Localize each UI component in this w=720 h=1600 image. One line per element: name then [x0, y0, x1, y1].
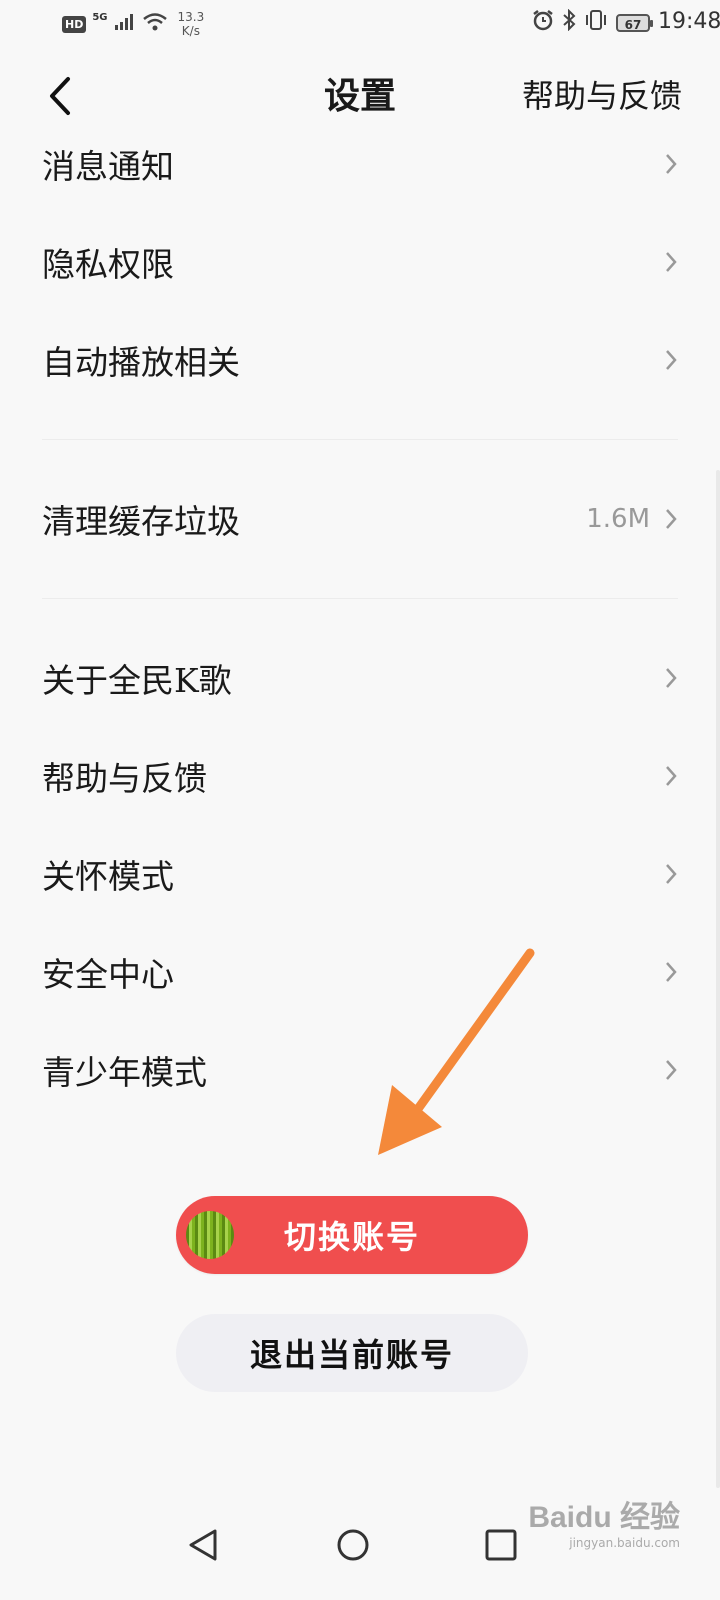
chevron-right-icon	[666, 252, 677, 272]
status-right: 67 19:48	[532, 8, 720, 36]
chevron-right-icon	[666, 1060, 677, 1080]
settings-item-about[interactable]: 关于全民K歌	[0, 629, 720, 727]
help-feedback-link[interactable]: 帮助与反馈	[522, 72, 682, 120]
watermark-sub: jingyan.baidu.com	[569, 1536, 680, 1550]
settings-item-teen-mode[interactable]: 青少年模式	[0, 1021, 720, 1119]
nav-back-button[interactable]	[168, 1510, 238, 1580]
settings-item-clear-cache[interactable]: 清理缓存垃圾 1.6M	[0, 470, 720, 568]
network-type: 5G	[92, 12, 108, 23]
avatar	[186, 1211, 234, 1259]
settings-item-label: 隐私权限	[42, 245, 174, 284]
square-recents-icon	[485, 1529, 517, 1561]
alarm-icon	[532, 9, 554, 36]
status-bar: HD 5G 13.3 K/s 67 19:48	[0, 0, 720, 48]
circle-home-icon	[337, 1529, 369, 1561]
bluetooth-icon	[562, 8, 576, 36]
settings-item-security[interactable]: 安全中心	[0, 923, 720, 1021]
hd-badge: HD	[62, 15, 87, 33]
speed-value: 13.3	[177, 10, 205, 24]
settings-item-label: 安全中心	[42, 955, 174, 994]
logout-label: 退出当前账号	[249, 1336, 454, 1374]
settings-item-label: 帮助与反馈	[42, 759, 207, 798]
cache-size-value: 1.6M	[586, 504, 650, 534]
chevron-right-icon	[666, 864, 677, 884]
clock: 19:48	[658, 9, 720, 34]
settings-item-label: 青少年模式	[42, 1053, 207, 1092]
watermark-main: Baidu 经验	[528, 1501, 680, 1534]
battery-icon: 67	[616, 13, 653, 32]
settings-item-autoplay[interactable]: 自动播放相关	[0, 311, 720, 409]
settings-item-label: 关于全民K歌	[42, 661, 232, 700]
chevron-right-icon	[666, 154, 677, 174]
wifi-icon	[142, 12, 168, 37]
settings-item-care-mode[interactable]: 关怀模式	[0, 825, 720, 923]
nav-home-button[interactable]	[318, 1510, 388, 1580]
switch-account-label: 切换账号	[283, 1218, 420, 1256]
settings-item-privacy[interactable]: 隐私权限	[0, 213, 720, 311]
chevron-right-icon	[666, 962, 677, 982]
chevron-right-icon	[666, 668, 677, 688]
settings-list: 消息通知 隐私权限 自动播放相关 清理缓存垃圾 1.6M 关于全民K歌 帮助与反…	[0, 115, 720, 1119]
chevron-right-icon	[666, 766, 677, 786]
signal-icon	[114, 12, 136, 36]
settings-item-label: 自动播放相关	[42, 343, 240, 382]
settings-item-label: 清理缓存垃圾	[42, 502, 240, 541]
triangle-back-icon	[189, 1529, 217, 1561]
chevron-right-icon	[666, 509, 677, 529]
scrollbar[interactable]	[716, 470, 720, 1488]
status-left: HD 5G 13.3 K/s	[62, 10, 204, 38]
settings-item-label: 消息通知	[42, 147, 174, 186]
vibrate-icon	[584, 9, 608, 36]
settings-item-label: 关怀模式	[42, 857, 174, 896]
settings-item-notifications[interactable]: 消息通知	[0, 115, 720, 213]
speed-unit: K/s	[181, 24, 200, 38]
settings-item-help[interactable]: 帮助与反馈	[0, 727, 720, 825]
annotation-arrow-icon	[378, 948, 535, 1155]
nav-recents-button[interactable]	[466, 1510, 536, 1580]
switch-account-button[interactable]: 切换账号	[176, 1196, 528, 1274]
chevron-right-icon	[666, 350, 677, 370]
baidu-watermark: Baidu 经验 jingyan.baidu.com	[528, 1500, 680, 1550]
logout-button[interactable]: 退出当前账号	[176, 1314, 528, 1392]
network-speed: 13.3 K/s	[178, 10, 205, 38]
